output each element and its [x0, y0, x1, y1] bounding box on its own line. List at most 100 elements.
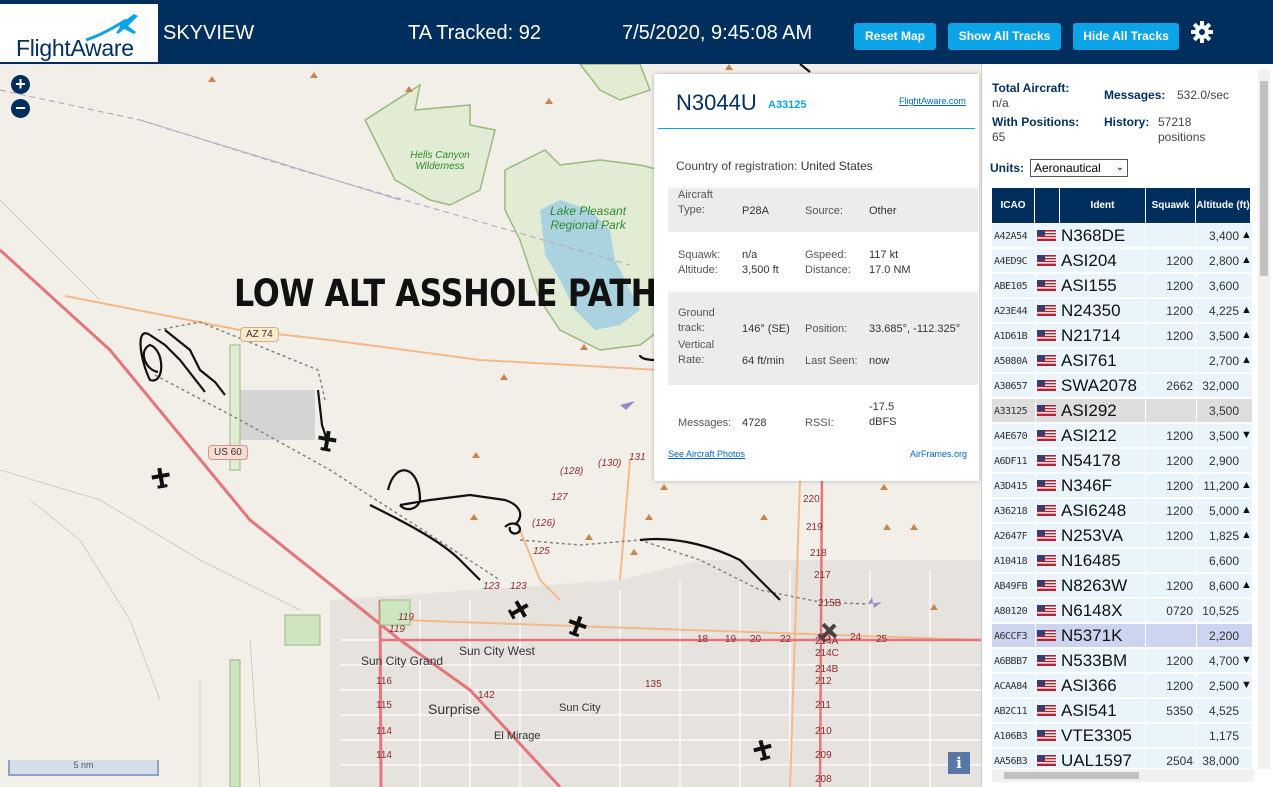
- table-row[interactable]: A10418 N16485 6,600: [992, 549, 1252, 573]
- units-select[interactable]: Aeronautical ⌄: [1030, 159, 1128, 177]
- us-flag-icon: [1037, 505, 1056, 516]
- gear-icon[interactable]: [1190, 20, 1214, 44]
- route-number: (130): [598, 458, 622, 469]
- shield-us60: US 60: [208, 445, 248, 460]
- table-row[interactable]: A30657 SWA2078 2662 32,000: [992, 374, 1252, 398]
- table-row[interactable]: A42A54 N368DE 3,400 ▲: [992, 224, 1252, 248]
- scrollbar-thumb[interactable]: [1004, 772, 1139, 779]
- icao-cell: A4E670: [994, 431, 1028, 442]
- history-label: History:: [1104, 115, 1150, 129]
- table-row[interactable]: A23E44 N24350 1200 4,225 ▲: [992, 299, 1252, 323]
- squawk-cell: 1200: [1166, 254, 1193, 268]
- icao-cell: A30657: [994, 381, 1028, 392]
- ident-cell: SWA2078: [1061, 376, 1137, 395]
- route-number: 217: [814, 570, 831, 581]
- column-header-icao[interactable]: ICAO: [992, 188, 1035, 223]
- altitude-cell: 1,175: [1208, 729, 1239, 743]
- table-row[interactable]: A80120 N6148X 0720 10,525: [992, 599, 1252, 623]
- altitude-trend-icon: ▼: [1241, 429, 1252, 441]
- flightaware-logo[interactable]: FlightAware: [0, 4, 158, 62]
- ident-cell: N5371K: [1061, 626, 1123, 645]
- altitude-cell: 4,700: [1208, 654, 1239, 668]
- table-row[interactable]: A106B3 VTE3305 1,175: [992, 724, 1252, 748]
- zoom-out-button[interactable]: −: [11, 99, 30, 118]
- table-row[interactable]: A6CCF3 N5371K 2,200: [992, 624, 1252, 648]
- altitude-trend-icon: ▼: [1241, 654, 1252, 666]
- table-row[interactable]: A5080A ASI761 2,700 ▲: [992, 349, 1252, 373]
- table-row[interactable]: A6BBB7 N533BM 1200 4,700 ▼: [992, 649, 1252, 673]
- altitude-trend-icon: ▲: [1241, 504, 1252, 516]
- icao-cell: A2647F: [994, 531, 1028, 542]
- aircraft-photos-link[interactable]: See Aircraft Photos: [668, 449, 745, 459]
- popup-registration: N3044U: [676, 90, 757, 115]
- table-row[interactable]: A6DF11 N54178 1200 2,900: [992, 449, 1252, 473]
- altitude-trend-icon: ▲: [1241, 579, 1252, 591]
- reset-map-button[interactable]: Reset Map: [854, 23, 936, 50]
- popup-messages-block: Messages: 4728 RSSI: -17.5 dBFS: [678, 401, 897, 429]
- squawk-cell: 5350: [1166, 704, 1193, 718]
- route-number: 115: [376, 700, 392, 711]
- table-row[interactable]: AA56B3 UAL1597 2504 38,000: [992, 749, 1252, 768]
- altitude-cell: 2,200: [1208, 629, 1239, 643]
- route-number: 212: [815, 676, 832, 687]
- place-sun-city-west: Sun City West: [459, 644, 535, 658]
- altitude-cell: 3,500: [1208, 404, 1239, 418]
- info-button[interactable]: i: [948, 752, 970, 774]
- altitude-cell: 5,000: [1208, 504, 1239, 518]
- route-number: 210: [815, 726, 832, 737]
- table-row[interactable]: AB2C11 ASI541 5350 4,525: [992, 699, 1252, 723]
- hide-all-tracks-button[interactable]: Hide All Tracks: [1073, 23, 1179, 50]
- route-number: 219: [806, 522, 823, 533]
- altitude-trend-icon: ▲: [1241, 304, 1252, 316]
- route-number: 18: [697, 634, 709, 645]
- ident-cell: N54178: [1061, 451, 1121, 470]
- airframes-link[interactable]: AirFrames.org: [910, 449, 967, 459]
- table-row[interactable]: A4ED9C ASI204 1200 2,800 ▲: [992, 249, 1252, 273]
- horizontal-scrollbar[interactable]: [992, 769, 1254, 782]
- altitude-cell: 3,600: [1208, 279, 1239, 293]
- ident-cell: ASI541: [1061, 701, 1117, 720]
- icao-cell: A36218: [994, 506, 1028, 517]
- us-flag-icon: [1037, 730, 1056, 741]
- route-number: 215B: [818, 598, 842, 609]
- table-row[interactable]: AB49FB N8263W 1200 8,600 ▲: [992, 574, 1252, 598]
- column-header-flag[interactable]: [1035, 188, 1060, 223]
- ident-cell: N346F: [1061, 476, 1113, 495]
- table-row[interactable]: A3D415 N346F 1200 11,200 ▲: [992, 474, 1252, 498]
- column-header-squawk[interactable]: Squawk: [1146, 188, 1196, 223]
- annotation-text: LOW ALT ASSHOLE PATH: [234, 272, 657, 315]
- icao-cell: A6DF11: [994, 456, 1028, 467]
- zoom-in-button[interactable]: +: [11, 75, 30, 94]
- table-row[interactable]: A36218 ASI6248 1200 5,000 ▲: [992, 499, 1252, 523]
- clock: 7/5/2020, 9:45:08 AM: [622, 22, 813, 44]
- table-row[interactable]: ABE105 ASI155 1200 3,600: [992, 274, 1252, 298]
- scrollbar-thumb[interactable]: [1260, 81, 1268, 276]
- us-flag-icon: [1037, 230, 1056, 241]
- app-name: SKYVIEW: [163, 22, 255, 44]
- route-number: 209: [815, 750, 832, 761]
- show-all-tracks-button[interactable]: Show All Tracks: [948, 23, 1061, 50]
- vertical-scrollbar[interactable]: [1258, 69, 1270, 769]
- table-row[interactable]: A4E670 ASI212 1200 3,500 ▼: [992, 424, 1252, 448]
- table-row[interactable]: A1D61B N21714 1200 3,500 ▲: [992, 324, 1252, 348]
- table-row[interactable]: ACAA84 ASI366 1200 2,500 ▼: [992, 674, 1252, 698]
- popup-hex: A33125: [768, 99, 807, 111]
- route-number: 218: [810, 548, 827, 559]
- column-header-ident[interactable]: Ident: [1060, 188, 1146, 223]
- altitude-cell: 2,900: [1208, 454, 1239, 468]
- us-flag-icon: [1037, 755, 1056, 766]
- ident-cell: N253VA: [1061, 526, 1124, 545]
- icao-cell: A10418: [994, 556, 1028, 567]
- altitude-cell: 2,800: [1208, 254, 1239, 268]
- squawk-cell: 2504: [1166, 754, 1193, 768]
- table-row[interactable]: A33125 ASI292 3,500: [992, 399, 1252, 423]
- us-flag-icon: [1037, 380, 1056, 391]
- table-row[interactable]: A2647F N253VA 1200 1,825 ▲: [992, 524, 1252, 548]
- messages-value: 532.0/sec: [1177, 88, 1230, 102]
- column-header-altitude[interactable]: Altitude (ft): [1196, 188, 1251, 223]
- flightaware-link[interactable]: FlightAware.com: [899, 96, 966, 106]
- altitude-cell: 4,525: [1208, 704, 1239, 718]
- route-number: 119: [389, 624, 405, 635]
- chevron-down-icon: ⌄: [1115, 162, 1124, 173]
- altitude-trend-icon: ▲: [1241, 479, 1252, 491]
